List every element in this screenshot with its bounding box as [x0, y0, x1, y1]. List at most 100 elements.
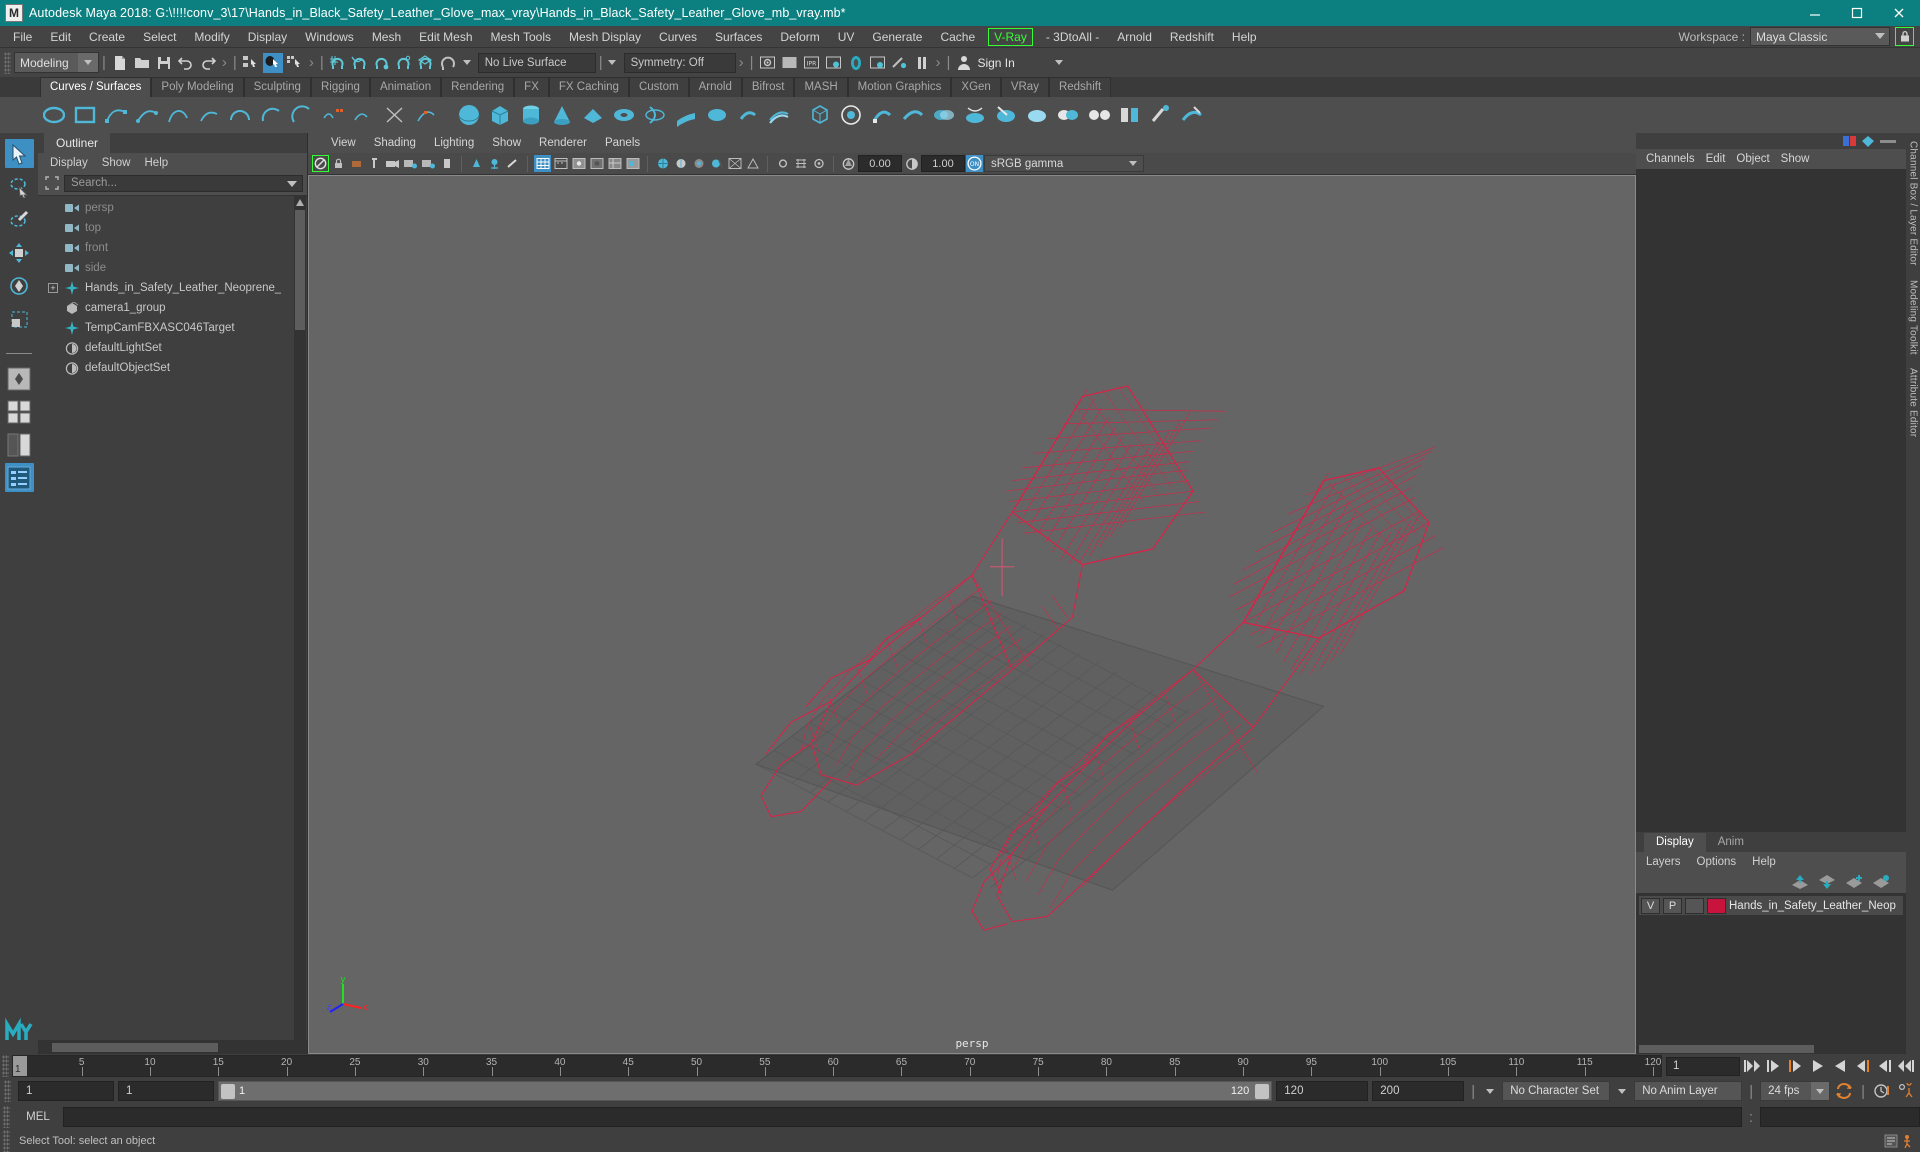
- outliner-horizontal-scrollbar[interactable]: [38, 1041, 307, 1054]
- loft-icon[interactable]: [672, 102, 699, 129]
- two-d-pan-zoom-icon[interactable]: [402, 155, 419, 172]
- layer-name[interactable]: Hands_in_Safety_Leather_Neop: [1729, 900, 1896, 912]
- playback-start-field[interactable]: 1: [118, 1081, 214, 1101]
- scale-tool-button[interactable]: [5, 304, 34, 333]
- viewport-menu-renderer[interactable]: Renderer: [530, 137, 596, 149]
- menu-item-display[interactable]: Display: [239, 27, 296, 47]
- freeform-fillet-icon[interactable]: [868, 102, 895, 129]
- sign-in-button[interactable]: Sign In: [953, 52, 1066, 74]
- side-tab-channel-box[interactable]: Channel Box / Layer Editor: [1908, 141, 1919, 266]
- search-input[interactable]: Search...: [64, 174, 303, 192]
- nurbs-circle-icon[interactable]: [40, 102, 67, 129]
- anim-layer-select[interactable]: No Anim Layer: [1634, 1081, 1743, 1101]
- range-slider-grip[interactable]: [4, 1080, 11, 1102]
- current-time-marker[interactable]: 1: [13, 1056, 27, 1076]
- paint-select-tool-button[interactable]: [5, 205, 34, 234]
- layer-menu-options[interactable]: Options: [1697, 856, 1737, 868]
- new-scene-icon[interactable]: [110, 53, 130, 73]
- grid-toggle-icon[interactable]: [792, 155, 809, 172]
- step-back-frame-button[interactable]: [1764, 1056, 1784, 1076]
- arc-three-point-icon[interactable]: [226, 102, 253, 129]
- new-layer-from-selected-icon[interactable]: [1845, 875, 1863, 889]
- workspace-select[interactable]: Maya Classic: [1750, 27, 1890, 46]
- outliner-menu-help[interactable]: Help: [145, 157, 169, 169]
- menu-item-surfaces[interactable]: Surfaces: [706, 27, 771, 47]
- film-gate-icon[interactable]: [438, 155, 455, 172]
- current-frame-field[interactable]: 1: [1666, 1056, 1740, 1076]
- shelf-tab-poly-modeling[interactable]: Poly Modeling: [151, 77, 244, 97]
- bookmark-icon[interactable]: [366, 155, 383, 172]
- layer-visibility-toggle[interactable]: V: [1641, 897, 1660, 914]
- menu-item-arnold[interactable]: Arnold: [1108, 27, 1161, 47]
- minimize-button[interactable]: [1794, 0, 1836, 26]
- shelf-tab-fx[interactable]: FX: [514, 77, 549, 97]
- expand-toggle-icon[interactable]: +: [48, 283, 58, 293]
- shelf-tab-redshift[interactable]: Redshift: [1048, 77, 1112, 97]
- go-to-start-button[interactable]: [1742, 1056, 1762, 1076]
- menu-item-edit-mesh[interactable]: Edit Mesh: [410, 27, 481, 47]
- render-settings-icon[interactable]: [824, 53, 844, 73]
- layer-state-toggle[interactable]: [1685, 897, 1704, 914]
- go-to-end-button[interactable]: [1896, 1056, 1916, 1076]
- menu-item-help[interactable]: Help: [1223, 27, 1266, 47]
- outliner-item-defaultlightset[interactable]: defaultLightSet: [38, 338, 307, 358]
- pause-render-icon[interactable]: [912, 53, 932, 73]
- menu-item-edit[interactable]: Edit: [41, 27, 80, 47]
- move-layer-down-icon[interactable]: [1818, 875, 1836, 889]
- light-icon[interactable]: [468, 155, 485, 172]
- detach-surfaces-icon[interactable]: [1085, 102, 1112, 129]
- render-current-frame-icon[interactable]: [758, 53, 778, 73]
- command-input[interactable]: [63, 1107, 1742, 1127]
- gamma-value-field[interactable]: 1.00: [921, 155, 965, 172]
- select-hierarchy-icon[interactable]: [241, 53, 261, 73]
- grease-pencil-icon[interactable]: [420, 155, 437, 172]
- shelf-tab-arnold[interactable]: Arnold: [688, 77, 742, 97]
- nurbs-cone-icon[interactable]: [548, 102, 575, 129]
- circular-fillet-icon[interactable]: [837, 102, 864, 129]
- play-backwards-button[interactable]: [1808, 1056, 1828, 1076]
- key-icon[interactable]: [1862, 135, 1874, 147]
- slider-icon[interactable]: [1880, 136, 1896, 147]
- symmetry-field[interactable]: Symmetry: Off: [623, 52, 736, 73]
- snap-to-point-icon[interactable]: [372, 53, 392, 73]
- intersect-surfaces-icon[interactable]: [930, 102, 957, 129]
- help-line-grip[interactable]: [3, 1130, 10, 1152]
- scroll-up-arrow-icon[interactable]: [295, 197, 305, 207]
- outliner-item-tempcamfbxasc046target[interactable]: TempCamFBXASC046Target: [38, 318, 307, 338]
- single-pane-layout-button[interactable]: [5, 364, 34, 393]
- untrim-icon[interactable]: [1023, 102, 1050, 129]
- anim-end-field[interactable]: 200: [1372, 1081, 1465, 1101]
- two-pane-layout-button[interactable]: [5, 430, 34, 459]
- status-line-grip[interactable]: [4, 51, 11, 74]
- open-scene-icon[interactable]: [132, 53, 152, 73]
- shelf-tab-rigging[interactable]: Rigging: [310, 77, 370, 97]
- wireframe-shading-icon[interactable]: [534, 155, 551, 172]
- menu-item-redshift[interactable]: Redshift: [1161, 27, 1223, 47]
- cut-curve-icon[interactable]: [381, 102, 408, 129]
- insert-knot-icon[interactable]: [412, 102, 439, 129]
- lock-camera-icon[interactable]: [330, 155, 347, 172]
- flat-shade-icon[interactable]: [588, 155, 605, 172]
- outliner-menu-show[interactable]: Show: [102, 157, 131, 169]
- color-swatch-icon[interactable]: [1843, 135, 1856, 147]
- light-linking-icon[interactable]: [890, 53, 910, 73]
- selection-bracket-icon[interactable]: [44, 175, 60, 191]
- nurbs-plane-icon[interactable]: [579, 102, 606, 129]
- menu-item-uv[interactable]: UV: [829, 27, 864, 47]
- layer-list[interactable]: V P Hands_in_Safety_Leather_Neop: [1636, 893, 1906, 1043]
- menu-item-file[interactable]: File: [4, 27, 41, 47]
- snap-to-projected-center-icon[interactable]: [394, 53, 414, 73]
- render-view-icon[interactable]: [868, 53, 888, 73]
- menu-item-cache[interactable]: Cache: [931, 27, 984, 47]
- menu-item-deform[interactable]: Deform: [771, 27, 828, 47]
- select-component-icon[interactable]: [285, 53, 305, 73]
- image-plane-icon[interactable]: [384, 155, 401, 172]
- auto-keyframe-icon[interactable]: [1872, 1081, 1892, 1101]
- nurbs-torus-icon[interactable]: [610, 102, 637, 129]
- time-slider-grip[interactable]: [2, 1055, 9, 1077]
- dance-figure-icon[interactable]: [1902, 1134, 1916, 1148]
- gamma-icon[interactable]: [903, 155, 920, 172]
- four-pane-layout-button[interactable]: [5, 397, 34, 426]
- channelbox-menu-show[interactable]: Show: [1781, 153, 1821, 165]
- viewport-menu-view[interactable]: View: [322, 137, 365, 149]
